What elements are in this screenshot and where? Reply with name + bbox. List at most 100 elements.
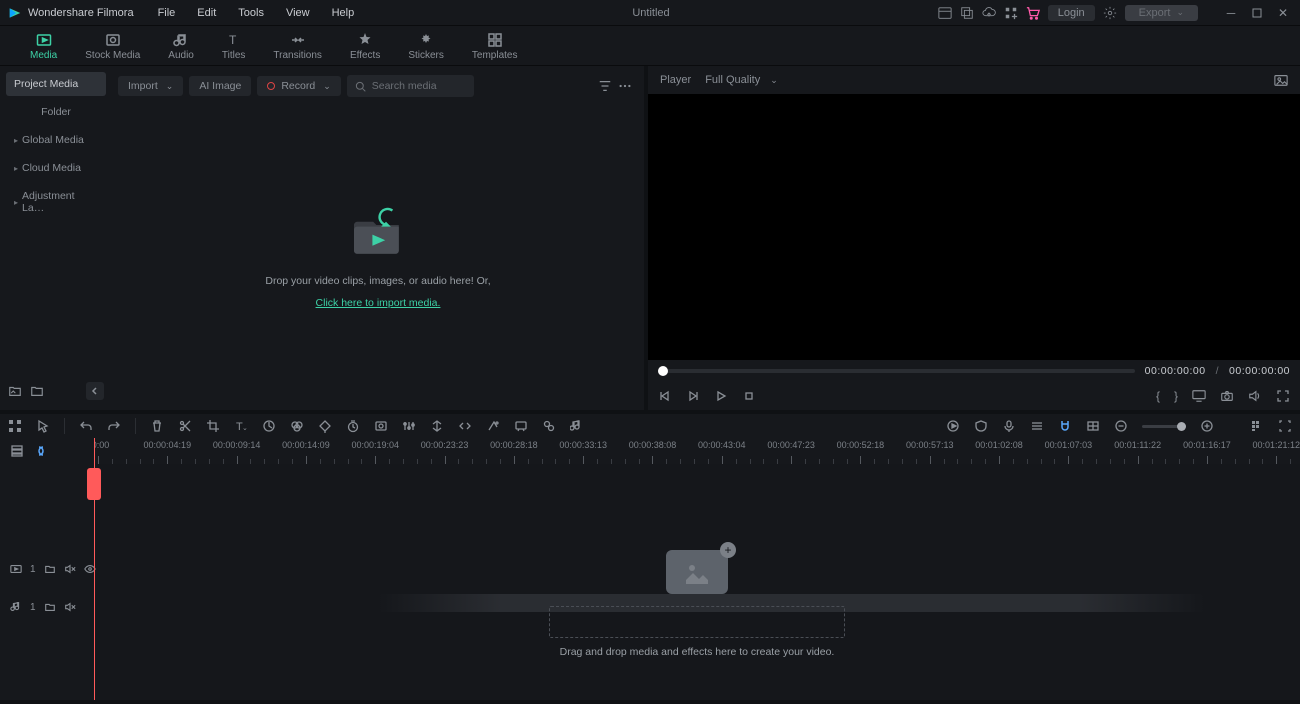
menu-file[interactable]: File [148, 3, 186, 23]
fit-icon[interactable] [1278, 419, 1292, 433]
arrange-icon[interactable] [8, 419, 22, 433]
keyframe-icon[interactable] [318, 419, 332, 433]
sidebar-adjustment-layers[interactable]: Adjustment La… [6, 184, 106, 220]
search-input[interactable]: Search media [347, 75, 475, 97]
tab-stock-media[interactable]: Stock Media [85, 32, 140, 65]
folder-small-icon[interactable] [44, 563, 56, 575]
mute-track-icon[interactable] [64, 563, 76, 575]
track-manager-icon[interactable] [10, 444, 24, 458]
add-clip-plus-icon[interactable]: + [720, 542, 736, 558]
ai-image-button[interactable]: AI Image [189, 76, 251, 96]
audio-track-header[interactable]: 1 [0, 588, 94, 626]
player-viewport[interactable] [648, 94, 1300, 360]
apps-icon[interactable] [1004, 6, 1018, 20]
auto-ripple-icon[interactable] [34, 444, 48, 458]
export-button[interactable]: Export⌄ [1125, 5, 1198, 21]
import-dropdown[interactable]: Import [118, 76, 183, 96]
media-drop-area[interactable]: Drop your video clips, images, or audio … [112, 100, 644, 410]
mute-audio-track-icon[interactable] [64, 601, 76, 613]
mark-out-icon[interactable]: } [1174, 389, 1178, 403]
effects-tool-icon[interactable] [486, 419, 500, 433]
text-tool-icon[interactable]: T⌄ [234, 419, 248, 433]
player-quality-dropdown[interactable]: Full Quality [705, 74, 778, 86]
snap-icon[interactable] [1058, 419, 1072, 433]
speed-icon[interactable] [262, 419, 276, 433]
group-icon[interactable] [458, 419, 472, 433]
adjust-icon[interactable] [402, 419, 416, 433]
timeline-tracks[interactable]: + Drag and drop media and effects here t… [94, 464, 1300, 700]
folder-small-icon-2[interactable] [44, 601, 56, 613]
fullscreen-icon[interactable] [1276, 389, 1290, 403]
link-icon[interactable] [542, 419, 556, 433]
next-frame-icon[interactable] [686, 389, 700, 403]
sidebar-project-media[interactable]: Project Media [6, 72, 106, 96]
tab-templates[interactable]: Templates [472, 32, 518, 65]
audio-icon [173, 32, 189, 48]
mask-icon[interactable] [374, 419, 388, 433]
settings-gear-icon[interactable] [1103, 6, 1117, 20]
sidebar-global-media[interactable]: Global Media [6, 128, 106, 152]
zoom-out-icon[interactable] [1114, 419, 1128, 433]
split-icon[interactable] [178, 419, 192, 433]
tab-effects[interactable]: Effects [350, 32, 380, 65]
window-minimize-button[interactable]: ─ [1222, 4, 1240, 22]
sidebar-cloud-media[interactable]: Cloud Media [6, 156, 106, 180]
login-button[interactable]: Login [1048, 5, 1095, 21]
timer-icon[interactable] [346, 419, 360, 433]
new-bin-icon[interactable] [30, 384, 44, 398]
align-icon[interactable] [430, 419, 444, 433]
menu-help[interactable]: Help [322, 3, 365, 23]
playhead[interactable] [94, 438, 95, 700]
stop-icon[interactable] [742, 389, 756, 403]
record-tl-icon[interactable] [946, 419, 960, 433]
new-folder-icon[interactable] [8, 384, 22, 398]
menu-tools[interactable]: Tools [228, 3, 274, 23]
display-icon[interactable] [1192, 389, 1206, 403]
volume-icon[interactable] [1248, 389, 1262, 403]
video-track-header[interactable]: 1 [0, 550, 94, 588]
audio-tool-icon[interactable] [570, 419, 584, 433]
document-title: Untitled [368, 7, 934, 19]
mark-in-icon[interactable]: { [1156, 389, 1160, 403]
ruler-label: 00:00:23:23 [421, 440, 469, 450]
more-icon[interactable] [618, 79, 632, 93]
timeline-ruler[interactable]: 00:0000:00:04:1900:00:09:1400:00:14:0900… [94, 438, 1300, 464]
frame-icon[interactable] [1086, 419, 1100, 433]
marker-icon[interactable] [514, 419, 528, 433]
collapse-sidebar-button[interactable] [86, 382, 104, 400]
tab-transitions[interactable]: Transitions [273, 32, 322, 65]
selection-tool-icon[interactable] [36, 419, 50, 433]
snapshot-icon[interactable] [1274, 73, 1288, 87]
redo-icon[interactable] [107, 419, 121, 433]
delete-icon[interactable] [150, 419, 164, 433]
shield-icon[interactable] [974, 419, 988, 433]
cart-icon[interactable] [1026, 6, 1040, 20]
mic-icon[interactable] [1002, 419, 1016, 433]
ruler-label: 00:00:04:19 [144, 440, 192, 450]
player-scrubber[interactable]: 00:00:00:00 / 00:00:00:00 [648, 360, 1300, 382]
layout-icon[interactable] [938, 6, 952, 20]
camera-icon[interactable] [1220, 389, 1234, 403]
track-display-icon[interactable] [1250, 419, 1264, 433]
tab-media[interactable]: Media [30, 32, 57, 65]
tab-titles[interactable]: T Titles [222, 32, 246, 65]
mixer-icon[interactable] [1030, 419, 1044, 433]
play-icon[interactable] [714, 389, 728, 403]
color-icon[interactable] [290, 419, 304, 433]
tab-stickers[interactable]: Stickers [408, 32, 444, 65]
cloud-upload-icon[interactable] [982, 6, 996, 20]
crop-icon[interactable] [206, 419, 220, 433]
menu-edit[interactable]: Edit [187, 3, 226, 23]
zoom-slider[interactable] [1142, 425, 1186, 428]
window-maximize-button[interactable] [1248, 4, 1266, 22]
zoom-in-icon[interactable] [1200, 419, 1214, 433]
filter-icon[interactable] [598, 79, 612, 93]
record-dropdown[interactable]: Record [257, 76, 340, 96]
prev-frame-icon[interactable] [658, 389, 672, 403]
undo-icon[interactable] [79, 419, 93, 433]
duplicate-icon[interactable] [960, 6, 974, 20]
menu-view[interactable]: View [276, 3, 320, 23]
tab-audio[interactable]: Audio [168, 32, 194, 65]
import-link[interactable]: Click here to import media. [316, 297, 441, 309]
window-close-button[interactable]: ✕ [1274, 4, 1292, 22]
